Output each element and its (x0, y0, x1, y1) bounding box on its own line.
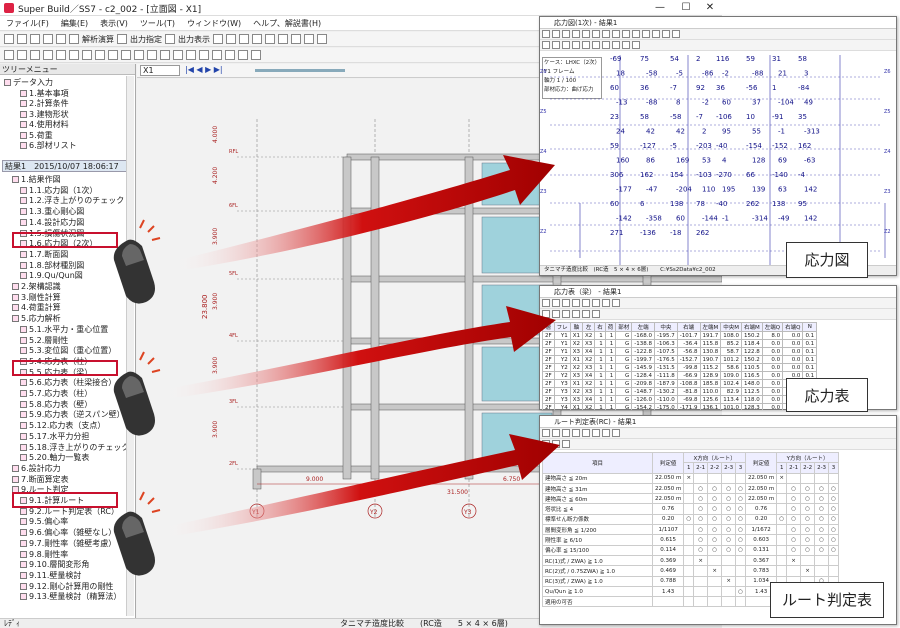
arrow-to-stress-table (160, 306, 556, 400)
mouse-icon (113, 491, 161, 576)
mouse-icon (113, 351, 161, 436)
mouse-icon (113, 219, 161, 304)
arrow-to-stress-diagram (170, 155, 555, 272)
annotation-overlay (113, 155, 560, 576)
arrow-to-route-table (160, 434, 560, 538)
